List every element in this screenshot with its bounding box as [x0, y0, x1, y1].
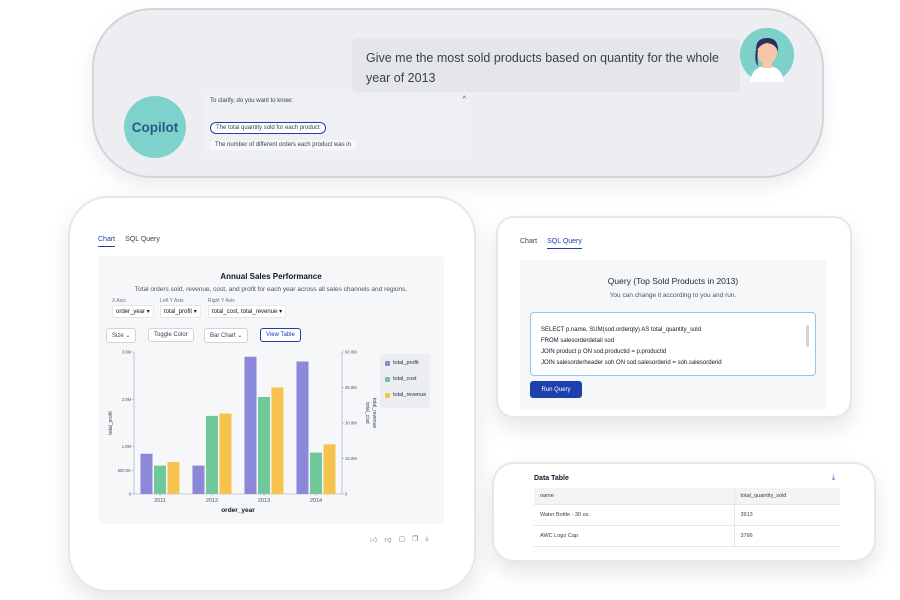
thumbs-down-icon[interactable]: 👎︎ — [384, 535, 391, 544]
sql-line: JOIN product p ON sod.productid = p.prod… — [541, 349, 667, 355]
right-y-axis-title: total_cost — [364, 402, 370, 424]
table-cell: AWC Logo Cap — [534, 525, 734, 547]
tab-chart[interactable]: Chart — [98, 236, 116, 247]
left-y-tick-label: 3.0M — [122, 350, 132, 355]
left-y-tick-label: 1.0M — [122, 444, 132, 449]
chart-container: Annual Sales Performance Total orders so… — [98, 256, 444, 524]
legend-item-total-revenue[interactable]: total_revenue — [385, 392, 426, 398]
clarify-question: To clarify, do you want to know: — [210, 98, 293, 104]
legend-swatch — [385, 376, 390, 382]
sql-line: FROM salesorderdetail sod — [541, 338, 615, 344]
x-tick-label: 2011 — [154, 498, 166, 504]
bar-total-revenue — [219, 413, 232, 494]
query-subtitle: You can change it according to you and r… — [609, 292, 737, 299]
user-avatar — [740, 28, 794, 82]
bar-total-cost — [258, 396, 270, 494]
legend-swatch — [385, 392, 390, 398]
run-query-button[interactable]: Run Query — [530, 381, 582, 398]
chart-panel-tabs: Chart SQL Query — [98, 236, 160, 247]
chat-panel: Give me the most sold products based on … — [92, 8, 824, 178]
right-y-tick-label: 45.0M — [345, 385, 357, 390]
legend-item-total-cost[interactable]: total_cost — [385, 376, 417, 382]
sql-line: JOIN salesorderheader soh ON sod.salesor… — [541, 360, 722, 366]
bar-total-revenue — [271, 387, 284, 494]
x-tick-label: 2014 — [310, 498, 322, 504]
copilot-avatar: Copilot — [124, 96, 186, 158]
right-y-tick-label: 15.0M — [345, 456, 357, 461]
download-icon[interactable]: ⤓ — [832, 474, 835, 482]
chart-panel: Chart SQL Query Annual Sales Performance… — [68, 196, 476, 592]
clarify-option-order-count[interactable]: The number of different orders each prod… — [210, 140, 356, 150]
right-y-tick-label: 30.0M — [345, 421, 357, 426]
bar-total-profit — [244, 356, 257, 494]
bar-total-profit — [296, 361, 309, 494]
legend-label: total_profit — [393, 360, 419, 366]
tab-chart[interactable]: Chart — [520, 238, 537, 249]
sql-line: SELECT p.name, SUM(sod.orderqty) AS tota… — [541, 327, 701, 333]
legend-item-total-profit[interactable]: total_profit — [385, 360, 419, 366]
data-table-title: Data Table — [534, 475, 569, 482]
table-cell: 3913 — [733, 504, 840, 526]
right-y-tick-label: 60.0M — [345, 350, 357, 355]
column-header-total-quantity-sold[interactable]: total_quantity_sold — [733, 488, 840, 505]
tab-sql-query[interactable]: SQL Query — [125, 236, 160, 247]
bar-total-revenue — [167, 462, 180, 494]
sql-container: Query (Top Sold Products in 2013) You ca… — [520, 260, 826, 410]
sql-editor[interactable]: SELECT p.name, SUM(sod.orderqty) AS tota… — [530, 312, 816, 376]
column-header-name[interactable]: name — [534, 488, 734, 505]
left-y-tick-label: 2.0M — [122, 397, 132, 402]
clarify-option-total-quantity[interactable]: The total quantity sold for each product — [210, 122, 326, 134]
legend-label: total_revenue — [393, 392, 427, 398]
bar-total-cost — [154, 465, 166, 494]
sql-panel-tabs: Chart SQL Query — [520, 238, 582, 249]
legend-label: total_cost — [393, 376, 417, 382]
chart-footer-actions: 👍︎ 👎︎ ▢ ❐ ⤓ — [370, 535, 428, 544]
bar-total-cost — [206, 415, 218, 494]
bar-total-profit — [192, 465, 205, 494]
clarify-box: To clarify, do you want to know: ^ The t… — [204, 94, 472, 154]
chevron-up-icon[interactable]: ^ — [463, 96, 466, 103]
copy-icon[interactable]: ❐ — [412, 535, 418, 544]
table-cell: 3766 — [733, 525, 840, 547]
user-message: Give me the most sold products based on … — [352, 38, 740, 92]
x-axis-title: order_year — [221, 507, 255, 514]
legend-swatch — [385, 360, 390, 366]
thumbs-up-icon[interactable]: 👍︎ — [370, 535, 377, 544]
left-y-tick-label: 500.0K — [118, 468, 131, 473]
sql-editor-scrollbar[interactable] — [806, 325, 809, 347]
right-y-axis-title: total_revenue — [371, 398, 377, 429]
bar-total-cost — [310, 452, 322, 494]
table-row: Water Bottle - 30 oz. 3913 — [534, 504, 840, 526]
tab-sql-query[interactable]: SQL Query — [547, 238, 582, 249]
download-icon[interactable]: ⤓ — [425, 535, 428, 544]
chart-legend: total_profit total_cost total_revenue — [380, 354, 430, 408]
comment-icon[interactable]: ▢ — [398, 535, 405, 544]
table-header-row: name total_quantity_sold — [534, 488, 840, 505]
data-table-panel: Data Table ⤓ name total_quantity_sold Wa… — [492, 462, 876, 562]
x-tick-label: 2013 — [258, 498, 270, 504]
data-table: name total_quantity_sold Water Bottle - … — [534, 488, 840, 547]
left-y-axis-title: total_profit — [108, 411, 114, 435]
bar-total-revenue — [323, 444, 336, 494]
left-y-tick-label: 0 — [129, 492, 132, 497]
table-cell: Water Bottle - 30 oz. — [534, 504, 734, 526]
right-y-tick-label: 0 — [345, 492, 348, 497]
bar-total-profit — [140, 453, 153, 494]
sql-panel: Chart SQL Query Query (Top Sold Products… — [496, 216, 852, 418]
table-row: AWC Logo Cap 3766 — [534, 525, 840, 547]
user-avatar-icon — [740, 28, 794, 82]
query-title: Query (Top Sold Products in 2013) — [607, 276, 739, 286]
x-tick-label: 2012 — [206, 498, 218, 504]
